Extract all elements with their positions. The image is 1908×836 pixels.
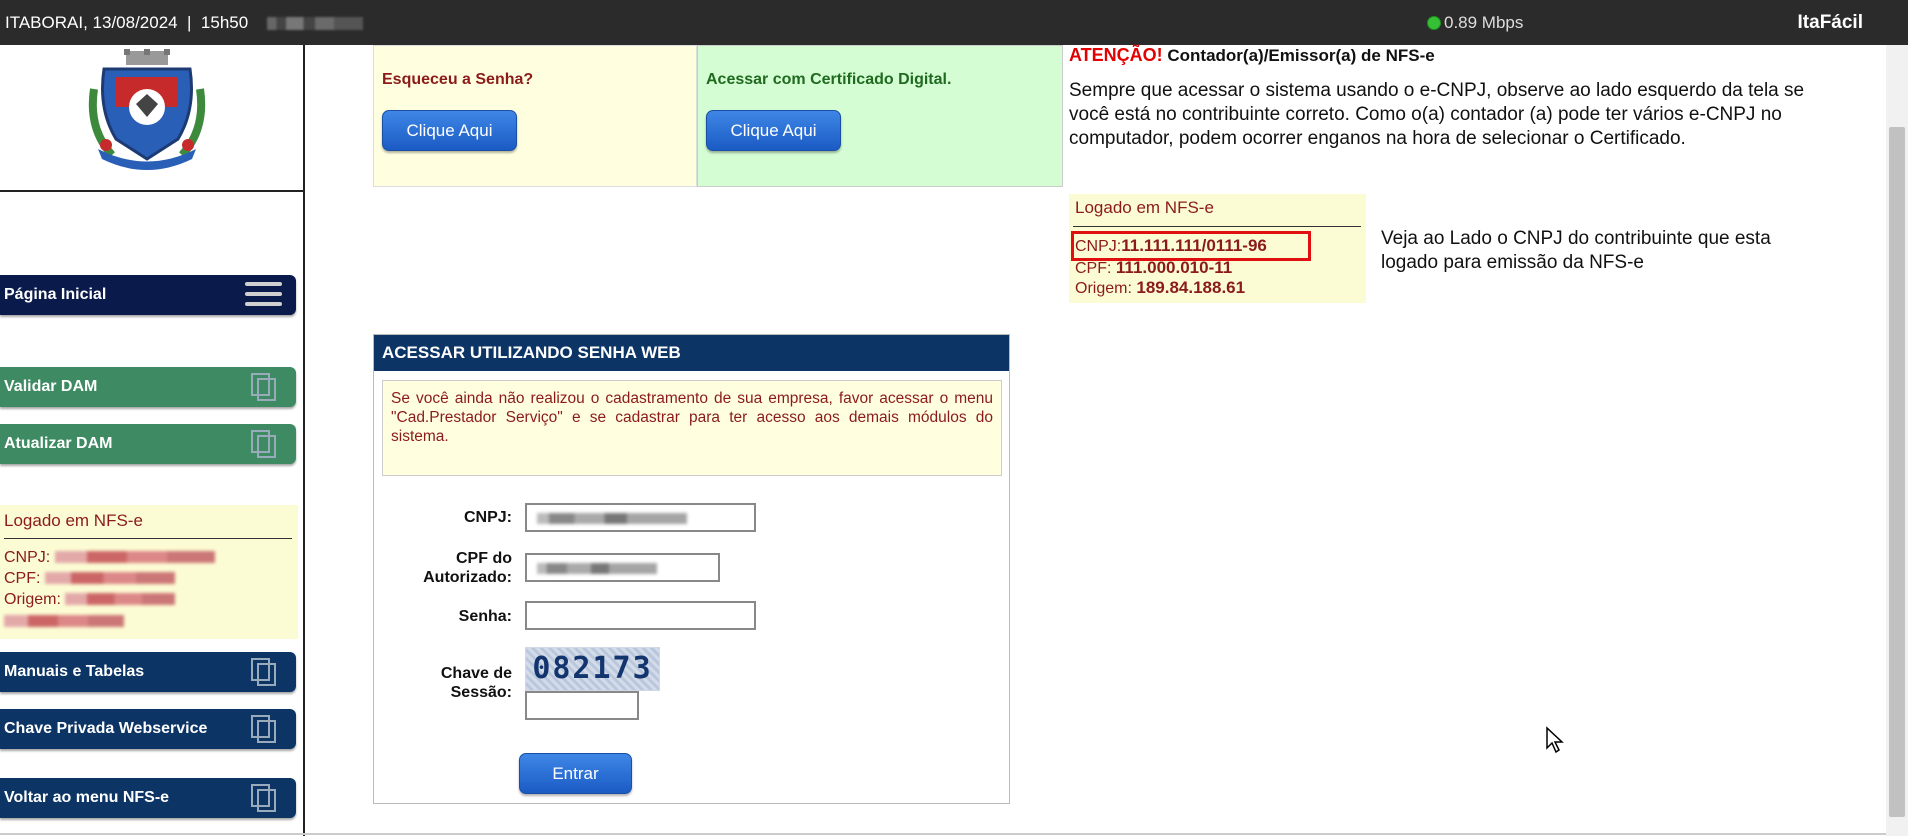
- cpf-label: CPF:: [4, 570, 41, 587]
- attention-prefix: ATENÇÃO!: [1069, 45, 1163, 65]
- hamburger-menu-icon[interactable]: [245, 282, 282, 308]
- sidebar-item-label: Atualizar DAM: [4, 435, 113, 452]
- sidebar-item-voltar[interactable]: Voltar ao menu NFS-e: [0, 778, 296, 818]
- submit-button[interactable]: Entrar: [519, 753, 632, 794]
- connection-speed: 0.89 Mbps: [1427, 13, 1523, 33]
- location-datetime: ITABORAI, 13/08/2024 | 15h50: [5, 13, 363, 33]
- session-key-input[interactable]: [525, 691, 639, 720]
- redacted-extra: [4, 615, 124, 627]
- cnpj-label: CNPJ:: [4, 549, 51, 566]
- logged-in-divider: [4, 538, 292, 539]
- mouse-cursor-icon: [1546, 726, 1564, 754]
- speed-text: 0.89 Mbps: [1444, 13, 1524, 32]
- sidebar-item-label: Chave Privada Webservice: [4, 720, 208, 737]
- attention-title: Contador(a)/Emissor(a) de NFS-e: [1162, 46, 1435, 65]
- forgot-password-button[interactable]: Clique Aqui: [382, 110, 517, 151]
- copy-documents-icon: [251, 658, 276, 686]
- copy-documents-icon: [251, 784, 276, 812]
- example-cnpj-label: CNPJ:: [1075, 238, 1122, 255]
- registration-notice: Se você ainda não realizou o cadastramen…: [382, 380, 1002, 476]
- forgot-password-label: Esqueceu a Senha?: [382, 71, 534, 88]
- logged-in-example: Logado em NFS-e CNPJ:11.111.111/0111-96 …: [1069, 194, 1366, 303]
- datetime-text: ITABORAI, 13/08/2024 | 15h50: [5, 13, 249, 32]
- brand-logo-text: ItaFácil: [1797, 12, 1863, 33]
- login-form: ACESSAR UTILIZANDO SENHA WEB Se você ain…: [373, 334, 1010, 804]
- redacted-cnpj: [54, 551, 215, 563]
- certificate-button[interactable]: Clique Aqui: [706, 110, 841, 151]
- example-cpf-value: 111.000.010-11: [1115, 258, 1233, 277]
- redacted-cpf: [44, 572, 175, 584]
- copy-documents-icon: [251, 430, 276, 458]
- cnpj-field-label: CNPJ:: [463, 509, 512, 526]
- attention-heading: ATENÇÃO! Contador(a)/Emissor(a) de NFS-e: [1069, 45, 1819, 66]
- attention-body: Sempre que acessar o sistema usando o e-…: [1069, 80, 1805, 149]
- cnpj-input[interactable]: [525, 503, 756, 532]
- logged-in-title: Logado em NFS-e: [4, 511, 143, 530]
- sidebar-item-label: Voltar ao menu NFS-e: [4, 789, 170, 806]
- sidebar-item-label: Validar DAM: [4, 378, 98, 395]
- sidebar-item-manuais[interactable]: Manuais e Tabelas: [0, 652, 296, 692]
- cpf-field-label: CPF do Autorizado:: [423, 550, 512, 586]
- example-cpf-label: CPF:: [1075, 260, 1112, 277]
- city-crest-logo: [88, 49, 206, 170]
- login-form-header: ACESSAR UTILIZANDO SENHA WEB: [374, 335, 1009, 371]
- password-input[interactable]: [525, 601, 756, 630]
- sidebar-divider: [0, 190, 304, 192]
- scrollbar-thumb[interactable]: [1889, 127, 1905, 817]
- senha-field-label: Senha:: [458, 608, 512, 625]
- example-origem-value: 189.84.188.61: [1136, 278, 1246, 297]
- certificate-label: Acessar com Certificado Digital.: [706, 71, 952, 88]
- sidebar: Página Inicial Validar DAM Atualizar DAM…: [0, 45, 305, 836]
- redacted-origem: [65, 593, 176, 605]
- session-key-label: Chave de Sessão:: [440, 665, 512, 701]
- example-cnpj-value: 11.111.111/0111-96: [1121, 236, 1267, 255]
- sidebar-item-label: Página Inicial: [4, 286, 107, 303]
- attention-notice: ATENÇÃO! Contador(a)/Emissor(a) de NFS-e…: [1069, 45, 1819, 151]
- vertical-scrollbar[interactable]: [1886, 45, 1908, 836]
- sidebar-item-label: Manuais e Tabelas: [4, 663, 145, 680]
- example-origem-label: Origem:: [1075, 280, 1132, 297]
- example-divider: [1073, 226, 1361, 227]
- origem-label: Origem:: [4, 591, 61, 608]
- sidebar-item-atualizar-dam[interactable]: Atualizar DAM: [0, 424, 296, 464]
- bottom-border: [0, 833, 1886, 835]
- connection-status-icon: [1427, 16, 1441, 30]
- sidebar-item-home[interactable]: Página Inicial: [0, 275, 296, 315]
- cpf-input[interactable]: [525, 553, 720, 582]
- captcha-image: 082173: [525, 647, 660, 691]
- redacted-value: [537, 563, 657, 574]
- redacted-user: [266, 17, 363, 30]
- copy-documents-icon: [251, 715, 276, 743]
- logged-in-info: Logado em NFS-e CNPJ: CPF: Origem:: [0, 505, 298, 639]
- top-status-bar: ITABORAI, 13/08/2024 | 15h50 0.89 Mbps I…: [0, 0, 1908, 45]
- example-note: Veja ao Lado o CNPJ do contribuinte que …: [1381, 228, 1771, 273]
- forgot-password-panel: Esqueceu a Senha? Clique Aqui: [373, 45, 697, 187]
- copy-documents-icon: [251, 373, 276, 401]
- sidebar-item-validar-dam[interactable]: Validar DAM: [0, 367, 296, 407]
- sidebar-item-chave-privada[interactable]: Chave Privada Webservice: [0, 709, 296, 749]
- redacted-value: [537, 513, 687, 524]
- example-title: Logado em NFS-e: [1075, 198, 1214, 217]
- certificate-panel: Acessar com Certificado Digital. Clique …: [697, 45, 1063, 187]
